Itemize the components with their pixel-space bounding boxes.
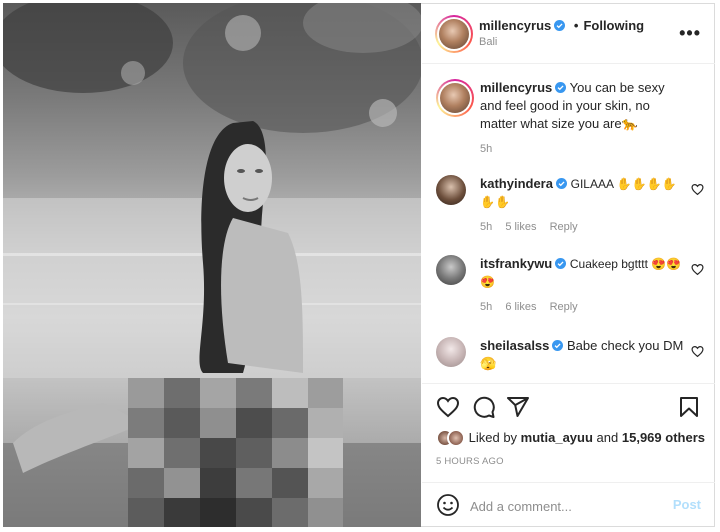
caption-avatar[interactable] [436, 79, 474, 117]
comment-composer: Post [422, 482, 715, 528]
reply-button[interactable]: Reply [550, 221, 578, 233]
comment-text: kathyindera GILAAA ✋✋✋✋✋✋ [480, 175, 686, 211]
post-actions: Liked by mutia_ayuu and 15,969 others 5 … [422, 383, 715, 527]
verified-icon [555, 178, 567, 189]
share-icon[interactable] [506, 395, 530, 419]
comment-item: itsfrankywu Cuakeep bgtttt 😍😍😍 5h 6 like… [436, 255, 704, 325]
more-icon[interactable]: ••• [679, 23, 701, 44]
separator: • [573, 18, 579, 33]
likes-others-link[interactable]: 15,969 others [622, 430, 705, 445]
caption: millencyrus You can be sexy and feel goo… [436, 79, 704, 159]
like-comment-heart-icon[interactable] [691, 345, 704, 358]
comment-likes[interactable]: 6 likes [505, 301, 536, 313]
verified-icon [555, 82, 567, 93]
post-sidebar: millencyrus • Following Bali ••• millency… [422, 3, 715, 527]
post-header: millencyrus • Following Bali ••• [422, 3, 715, 64]
comments-list: millencyrus You can be sexy and feel goo… [422, 65, 715, 383]
comment-time[interactable]: 5h [480, 221, 492, 233]
verified-icon [554, 20, 566, 31]
bookmark-icon[interactable] [677, 395, 701, 419]
commenter-avatar[interactable] [436, 255, 466, 285]
verified-icon [555, 258, 567, 269]
comment-item: kathyindera GILAAA ✋✋✋✋✋✋ 5h 5 likes Rep… [436, 175, 704, 245]
liker-avatar[interactable] [447, 429, 465, 447]
verified-icon [552, 340, 564, 351]
comment-username[interactable]: sheilasalss [480, 338, 549, 353]
comment-username[interactable]: itsfrankywu [480, 256, 552, 271]
emoji-icon[interactable] [436, 493, 460, 517]
comment-text: itsfrankywu Cuakeep bgtttt 😍😍😍 [480, 255, 686, 291]
reply-button[interactable]: Reply [550, 301, 578, 313]
following-button[interactable]: Following [583, 18, 644, 33]
comment-meta: 5h 6 likes Reply [480, 301, 588, 313]
commenter-avatar[interactable] [436, 337, 466, 367]
censor-mosaic [128, 378, 343, 527]
caption-meta: 5h [480, 143, 502, 155]
comment-time[interactable]: 5h [480, 301, 492, 313]
post-comment-button[interactable]: Post [673, 497, 701, 512]
comment-meta: 5h 5 likes Reply [480, 221, 588, 233]
caption-time[interactable]: 5h [480, 143, 492, 155]
comment-username[interactable]: kathyindera [480, 176, 553, 191]
caption-text: millencyrus You can be sexy and feel goo… [480, 79, 686, 133]
likes-conjunction: and [596, 430, 619, 445]
like-comment-heart-icon[interactable] [691, 183, 704, 196]
caption-username[interactable]: millencyrus [480, 80, 552, 95]
heart-icon[interactable] [436, 395, 460, 419]
post-photo[interactable] [3, 3, 421, 527]
commenter-avatar[interactable] [436, 175, 466, 205]
comment-item: sheilasalss Babe check you DM 🫣 [436, 337, 704, 383]
author-avatar[interactable] [435, 15, 473, 53]
like-comment-heart-icon[interactable] [691, 263, 704, 276]
post-location[interactable]: Bali [479, 36, 497, 48]
author-username[interactable]: millencyrus [479, 18, 551, 33]
comment-likes[interactable]: 5 likes [505, 221, 536, 233]
likes-prefix: Liked by [468, 430, 518, 445]
likes-summary: Liked by mutia_ayuu and 15,969 others [436, 429, 705, 451]
comment-input[interactable] [470, 495, 660, 517]
comment-text: sheilasalss Babe check you DM 🫣 [480, 337, 686, 373]
post-timestamp[interactable]: 5 HOURS AGO [436, 456, 504, 467]
liker-username[interactable]: mutia_ayuu [521, 430, 593, 445]
photo-illustration [3, 3, 421, 527]
comment-icon[interactable] [472, 395, 496, 419]
